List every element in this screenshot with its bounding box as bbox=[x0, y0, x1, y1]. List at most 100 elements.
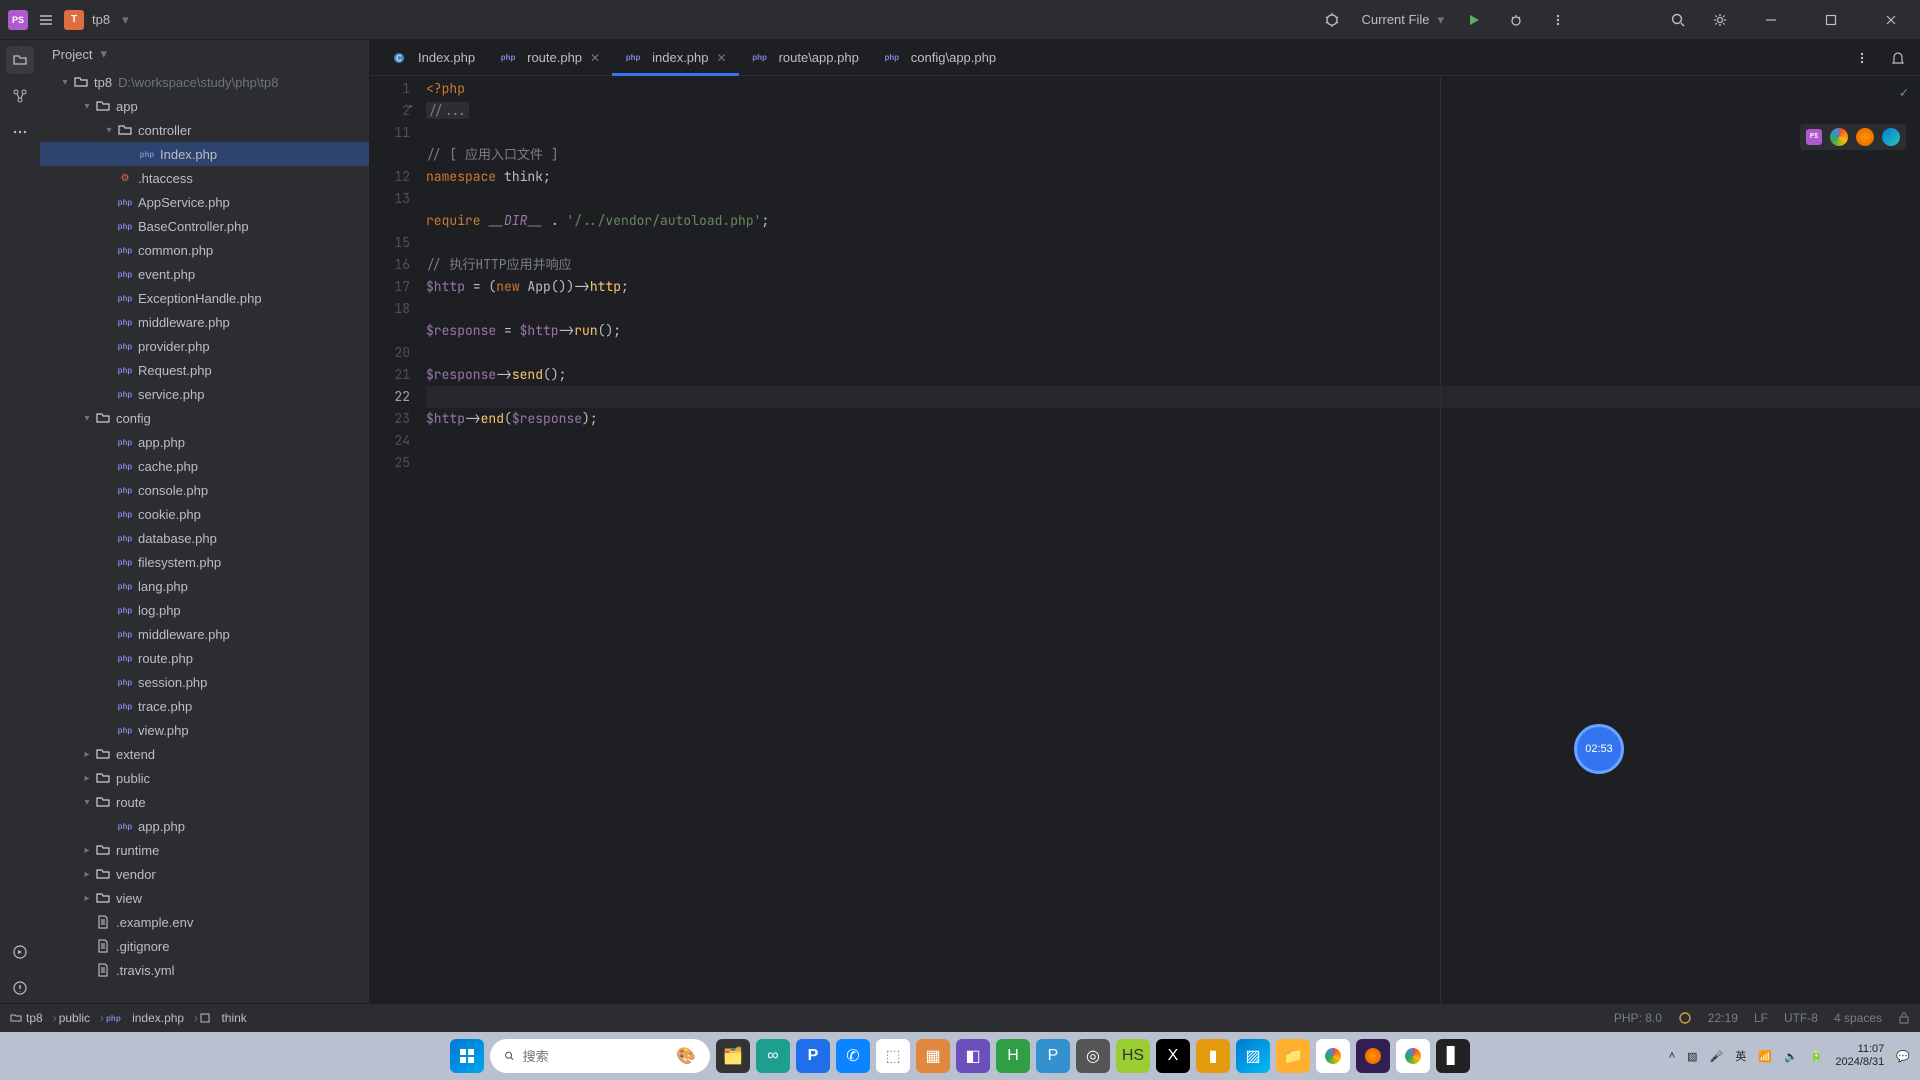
tree-row[interactable]: phpmiddleware.php bbox=[40, 310, 369, 334]
minimize-button[interactable] bbox=[1750, 7, 1792, 33]
phpstorm-icon[interactable]: PS bbox=[1806, 129, 1822, 145]
tray-notifications-icon[interactable]: 💬 bbox=[1896, 1050, 1910, 1063]
tree-row[interactable]: ▸public bbox=[40, 766, 369, 790]
notifications-button[interactable] bbox=[1886, 46, 1910, 70]
more-actions-button[interactable] bbox=[1546, 8, 1570, 32]
tray-ime-icon[interactable]: 英 bbox=[1735, 1048, 1746, 1064]
debug-bug-icon[interactable] bbox=[1320, 8, 1344, 32]
tree-row[interactable]: phpevent.php bbox=[40, 262, 369, 286]
tree-row[interactable]: ⚙.htaccess bbox=[40, 166, 369, 190]
tree-row[interactable]: phpservice.php bbox=[40, 382, 369, 406]
taskbar-app-5[interactable]: ⬚ bbox=[876, 1039, 910, 1073]
tray-battery-icon[interactable]: 🔋 bbox=[1810, 1050, 1824, 1063]
code-line[interactable]: $http->end($response); bbox=[426, 408, 1920, 430]
inspection-ok-icon[interactable]: ✓ bbox=[1900, 82, 1908, 104]
taskbar-chrome[interactable] bbox=[1316, 1039, 1350, 1073]
tree-row[interactable]: ▾config bbox=[40, 406, 369, 430]
editor-tab[interactable]: phpindex.php✕ bbox=[612, 40, 738, 75]
tree-row[interactable]: phpcookie.php bbox=[40, 502, 369, 526]
code-line[interactable]: //... bbox=[426, 100, 1920, 122]
tree-row[interactable]: ▸vendor bbox=[40, 862, 369, 886]
tree-row[interactable]: phpRequest.php bbox=[40, 358, 369, 382]
tree-row[interactable]: phplog.php bbox=[40, 598, 369, 622]
status-position[interactable]: 22:19 bbox=[1708, 1011, 1738, 1025]
code-line[interactable]: $response->send(); bbox=[426, 364, 1920, 386]
tree-row[interactable]: phpAppService.php bbox=[40, 190, 369, 214]
tree-row[interactable]: phpconsole.php bbox=[40, 478, 369, 502]
code-line[interactable]: $http = (new App())->http; bbox=[426, 276, 1920, 298]
run-config-selector[interactable]: Current File▾ bbox=[1362, 12, 1444, 28]
tree-row[interactable]: phproute.php bbox=[40, 646, 369, 670]
taskbar-app-11[interactable]: HS bbox=[1116, 1039, 1150, 1073]
tray-security-icon[interactable]: ▧ bbox=[1687, 1050, 1697, 1063]
tree-row[interactable]: ▾controller bbox=[40, 118, 369, 142]
start-button[interactable] bbox=[450, 1039, 484, 1073]
code-line[interactable]: namespace think; bbox=[426, 166, 1920, 188]
tabs-more-button[interactable] bbox=[1850, 46, 1874, 70]
code-line[interactable] bbox=[426, 342, 1920, 364]
tray-clock[interactable]: 11:07 2024/8/31 bbox=[1835, 1043, 1884, 1069]
taskbar-app-7[interactable]: ◧ bbox=[956, 1039, 990, 1073]
close-icon[interactable]: ✕ bbox=[717, 51, 727, 65]
search-everywhere-button[interactable] bbox=[1666, 8, 1690, 32]
code-line[interactable]: // [ 应用入口文件 ] bbox=[426, 144, 1920, 166]
main-menu-button[interactable] bbox=[36, 10, 56, 30]
code-line[interactable]: $response = $http->run(); bbox=[426, 320, 1920, 342]
project-tool-button[interactable] bbox=[6, 46, 34, 74]
project-name[interactable]: tp8 bbox=[92, 12, 110, 27]
tree-row[interactable]: phpBaseController.php bbox=[40, 214, 369, 238]
settings-button[interactable] bbox=[1708, 8, 1732, 32]
taskbar-terminal[interactable]: ▋ bbox=[1436, 1039, 1470, 1073]
code-line[interactable]: <?php bbox=[426, 78, 1920, 100]
code-area[interactable]: <?php//... // [ 应用入口文件 ]namespace think; r… bbox=[420, 76, 1920, 1012]
navigation-breadcrumb[interactable]: tp8 › public › php index.php › think bbox=[10, 1011, 255, 1025]
tree-row[interactable]: .travis.yml bbox=[40, 958, 369, 982]
problems-tool-button[interactable] bbox=[6, 974, 34, 1002]
edge-icon[interactable] bbox=[1882, 128, 1900, 146]
tree-row[interactable]: phpmiddleware.php bbox=[40, 622, 369, 646]
tree-row[interactable]: phpsession.php bbox=[40, 670, 369, 694]
tree-row[interactable]: phptrace.php bbox=[40, 694, 369, 718]
taskbar-app-2[interactable]: ∞ bbox=[756, 1039, 790, 1073]
taskbar-firefox[interactable] bbox=[1356, 1039, 1390, 1073]
project-tree[interactable]: ▾ tp8 D:\workspace\study\php\tp8 ▾app▾co… bbox=[40, 68, 369, 1038]
debug-button[interactable] bbox=[1504, 8, 1528, 32]
tree-row[interactable]: phpcache.php bbox=[40, 454, 369, 478]
taskbar-app-13[interactable]: ▮ bbox=[1196, 1039, 1230, 1073]
tree-row[interactable]: phpExceptionHandle.php bbox=[40, 286, 369, 310]
tree-row[interactable]: phpIndex.php bbox=[40, 142, 369, 166]
tree-row[interactable]: ▾route bbox=[40, 790, 369, 814]
tree-row[interactable]: phpdatabase.php bbox=[40, 526, 369, 550]
timer-widget[interactable]: 02:53 bbox=[1574, 724, 1624, 774]
tray-wifi-icon[interactable]: 📶 bbox=[1758, 1050, 1772, 1063]
status-encoding[interactable]: UTF-8 bbox=[1784, 1011, 1818, 1025]
code-line[interactable] bbox=[426, 386, 1920, 408]
tree-row[interactable]: phpfilesystem.php bbox=[40, 550, 369, 574]
editor-tab[interactable]: CIndex.php bbox=[378, 40, 487, 75]
taskbar-search[interactable]: 🎨 bbox=[490, 1039, 710, 1073]
firefox-icon[interactable] bbox=[1856, 128, 1874, 146]
tree-row[interactable]: phpcommon.php bbox=[40, 238, 369, 262]
tree-row[interactable]: phpapp.php bbox=[40, 430, 369, 454]
taskbar-app-9[interactable]: P bbox=[1036, 1039, 1070, 1073]
taskbar-app-14[interactable]: ▨ bbox=[1236, 1039, 1270, 1073]
run-button[interactable] bbox=[1462, 8, 1486, 32]
system-tray[interactable]: ˄ ▧ 🎤 英 📶 🔊 🔋 11:07 2024/8/31 💬 bbox=[1669, 1043, 1910, 1069]
tray-mic-icon[interactable]: 🎤 bbox=[1710, 1050, 1724, 1063]
code-line[interactable] bbox=[426, 430, 1920, 452]
tree-row[interactable]: phpview.php bbox=[40, 718, 369, 742]
tree-row[interactable]: phpprovider.php bbox=[40, 334, 369, 358]
close-button[interactable] bbox=[1870, 7, 1912, 33]
code-line[interactable] bbox=[426, 122, 1920, 144]
tree-row[interactable]: ▸extend bbox=[40, 742, 369, 766]
fold-indicator[interactable]: ▸ bbox=[408, 100, 414, 113]
status-readonly-icon[interactable] bbox=[1898, 1012, 1910, 1024]
code-line[interactable] bbox=[426, 298, 1920, 320]
more-tool-button[interactable] bbox=[6, 118, 34, 146]
tree-row[interactable]: ▾app bbox=[40, 94, 369, 118]
tree-row[interactable]: phpapp.php bbox=[40, 814, 369, 838]
taskbar-chrome2[interactable] bbox=[1396, 1039, 1430, 1073]
editor-tab[interactable]: phpconfig\app.php bbox=[871, 40, 1008, 75]
tray-chevron-icon[interactable]: ˄ bbox=[1669, 1050, 1675, 1062]
code-line[interactable]: require __DIR__ . '/../vendor/autoload.p… bbox=[426, 210, 1920, 232]
